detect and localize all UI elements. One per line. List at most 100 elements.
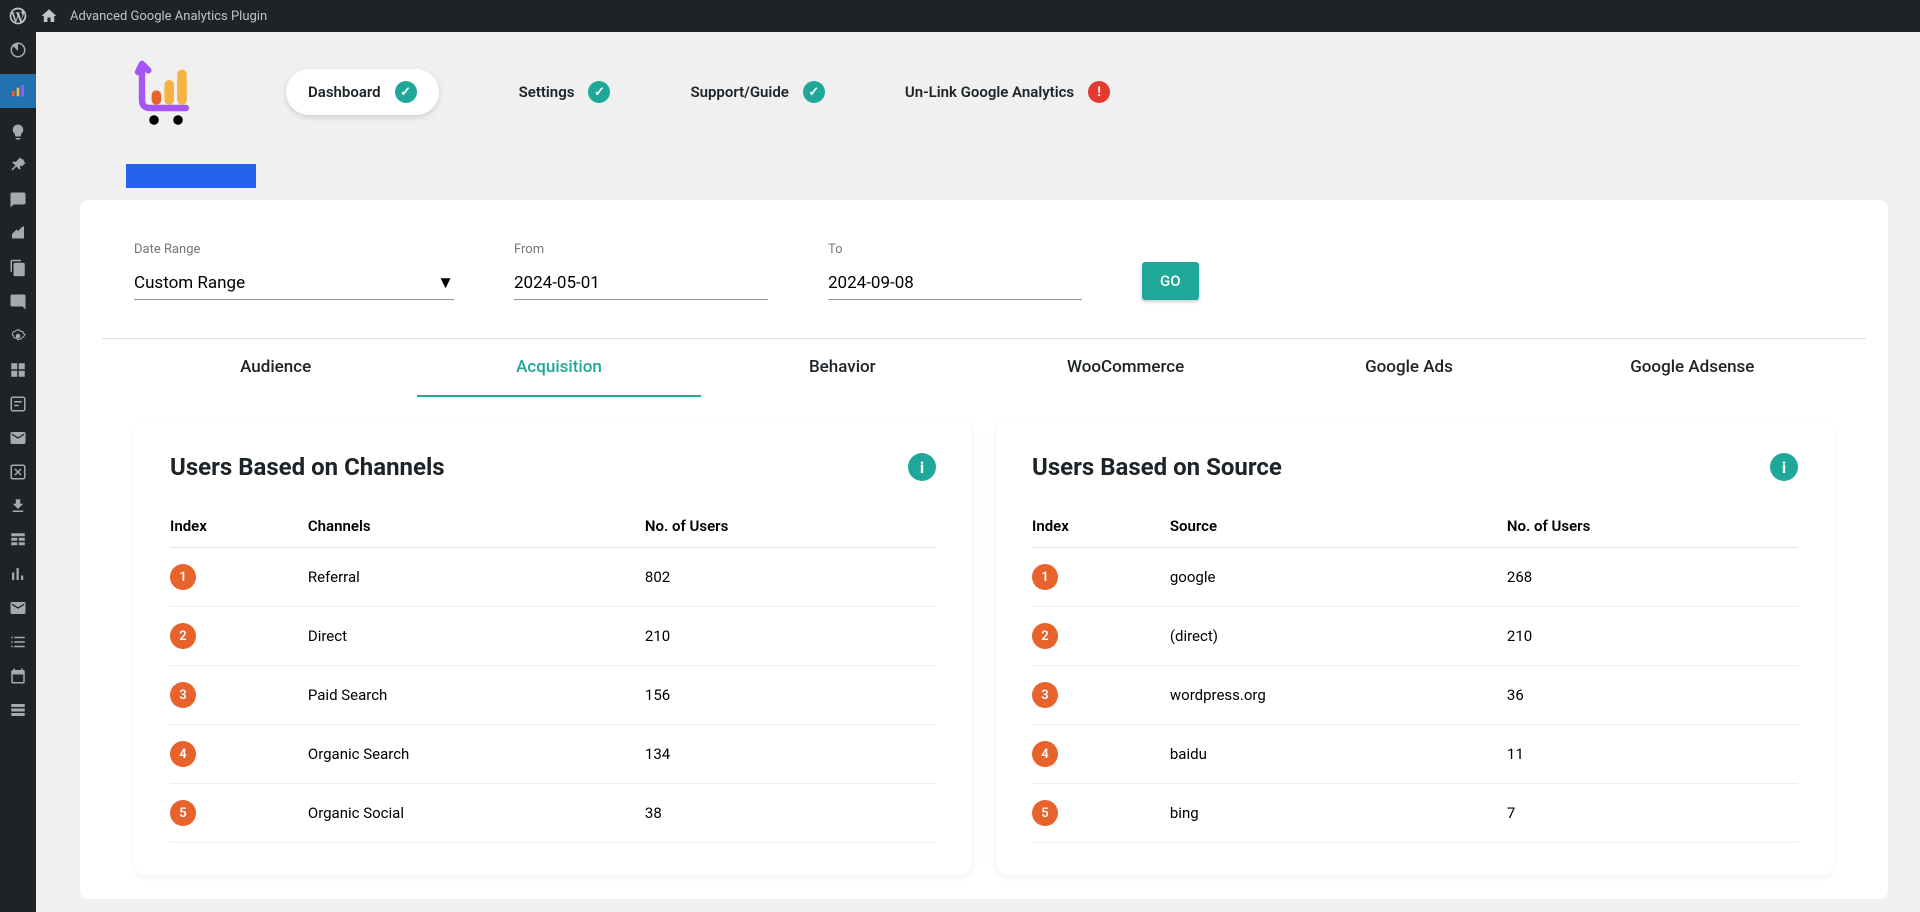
nav-settings[interactable]: Settings ✓ bbox=[519, 81, 611, 103]
media-icon[interactable] bbox=[8, 224, 28, 244]
row-name: Organic Social bbox=[308, 784, 645, 843]
row-name: Organic Search bbox=[308, 725, 645, 784]
col-users: No. of Users bbox=[1507, 505, 1798, 548]
check-icon: ✓ bbox=[395, 81, 417, 103]
nav-unlink-label: Un-Link Google Analytics bbox=[905, 83, 1074, 101]
date-range-value: Custom Range bbox=[134, 273, 245, 293]
table-row: 4Organic Search134 bbox=[170, 725, 936, 784]
row-users: 802 bbox=[645, 548, 936, 607]
grid-icon[interactable] bbox=[8, 360, 28, 380]
comment-icon[interactable] bbox=[8, 292, 28, 312]
table-row: 2 Direct210 bbox=[170, 607, 936, 666]
row-name: Paid Search bbox=[308, 666, 645, 725]
settings-icon[interactable] bbox=[8, 326, 28, 346]
home-icon[interactable] bbox=[40, 7, 58, 25]
row-name: bing bbox=[1170, 784, 1507, 843]
chevron-down-icon: ▼ bbox=[437, 273, 454, 293]
index-badge: 2 bbox=[1032, 623, 1058, 649]
info-icon[interactable]: i bbox=[908, 453, 936, 481]
nav-settings-label: Settings bbox=[519, 83, 575, 101]
x-icon[interactable] bbox=[8, 462, 28, 482]
wp-admin-sidebar bbox=[0, 32, 36, 912]
calendar-icon[interactable] bbox=[8, 666, 28, 686]
plugin-logo bbox=[126, 52, 206, 132]
index-badge: 3 bbox=[1032, 682, 1058, 708]
info-icon[interactable]: i bbox=[1770, 453, 1798, 481]
report-tabs: Audience Acquisition Behavior WooCommerc… bbox=[134, 339, 1834, 397]
index-badge: 1 bbox=[1032, 564, 1058, 590]
row-users: 11 bbox=[1507, 725, 1798, 784]
mail-icon[interactable] bbox=[8, 428, 28, 448]
index-badge: 5 bbox=[170, 800, 196, 826]
table-row: 5bing7 bbox=[1032, 784, 1798, 843]
nav-support[interactable]: Support/Guide ✓ bbox=[690, 81, 824, 103]
to-date-input[interactable] bbox=[828, 267, 1082, 300]
admin-bar-title[interactable]: Advanced Google Analytics Plugin bbox=[70, 9, 267, 24]
pages-icon[interactable] bbox=[8, 258, 28, 278]
index-badge: 1 bbox=[170, 564, 196, 590]
col-index: Index bbox=[1032, 505, 1170, 548]
date-range-select[interactable]: Custom Range ▼ bbox=[134, 267, 454, 300]
channels-card-title: Users Based on Channels bbox=[170, 453, 445, 481]
lightbulb-icon[interactable] bbox=[8, 122, 28, 142]
tools-icon[interactable] bbox=[8, 700, 28, 720]
main-card: Date Range Custom Range ▼ From To GO Aud… bbox=[80, 200, 1888, 899]
row-users: 134 bbox=[645, 725, 936, 784]
nav-support-label: Support/Guide bbox=[690, 83, 788, 101]
check-icon: ✓ bbox=[588, 81, 610, 103]
tab-acquisition[interactable]: Acquisition bbox=[417, 339, 700, 397]
comments-icon[interactable] bbox=[8, 190, 28, 210]
source-card: Users Based on Source i Index Source No.… bbox=[996, 421, 1834, 875]
table-row: 1 Referral802 bbox=[170, 548, 936, 607]
row-users: 156 bbox=[645, 666, 936, 725]
data-cards-row: Users Based on Channels i Index Channels… bbox=[134, 421, 1834, 899]
tab-woocommerce[interactable]: WooCommerce bbox=[984, 339, 1267, 397]
nav-dashboard[interactable]: Dashboard ✓ bbox=[286, 69, 439, 115]
check-icon: ✓ bbox=[803, 81, 825, 103]
wordpress-icon[interactable] bbox=[8, 6, 28, 26]
col-channels: Channels bbox=[308, 505, 645, 548]
table-icon[interactable] bbox=[8, 530, 28, 550]
source-card-title: Users Based on Source bbox=[1032, 453, 1282, 481]
tab-google-ads[interactable]: Google Ads bbox=[1267, 339, 1550, 397]
list-icon[interactable] bbox=[8, 632, 28, 652]
alert-icon: ! bbox=[1088, 81, 1110, 103]
go-button[interactable]: GO bbox=[1142, 262, 1199, 300]
source-table: Index Source No. of Users 1google2682(di… bbox=[1032, 505, 1798, 843]
channels-card: Users Based on Channels i Index Channels… bbox=[134, 421, 972, 875]
index-badge: 5 bbox=[1032, 800, 1058, 826]
table-row: 5Organic Social38 bbox=[170, 784, 936, 843]
date-range-row: Date Range Custom Range ▼ From To GO bbox=[134, 242, 1834, 300]
table-row: 1google268 bbox=[1032, 548, 1798, 607]
row-name: Direct bbox=[308, 607, 645, 666]
index-badge: 2 bbox=[170, 623, 196, 649]
nav-unlink[interactable]: Un-Link Google Analytics ! bbox=[905, 81, 1110, 103]
tab-google-adsense[interactable]: Google Adsense bbox=[1551, 339, 1834, 397]
row-name: Referral bbox=[308, 548, 645, 607]
pin-icon[interactable] bbox=[8, 156, 28, 176]
tab-behavior[interactable]: Behavior bbox=[701, 339, 984, 397]
to-label: To bbox=[828, 242, 1082, 257]
tab-audience[interactable]: Audience bbox=[134, 339, 417, 397]
bars-icon[interactable] bbox=[8, 564, 28, 584]
table-row: 4baidu11 bbox=[1032, 725, 1798, 784]
col-source: Source bbox=[1170, 505, 1507, 548]
plugin-header-nav: Dashboard ✓ Settings ✓ Support/Guide ✓ U… bbox=[36, 32, 1920, 152]
row-name: google bbox=[1170, 548, 1507, 607]
table-row: 3Paid Search156 bbox=[170, 666, 936, 725]
wp-admin-bar: Advanced Google Analytics Plugin bbox=[0, 0, 1920, 32]
table-row: 2(direct)210 bbox=[1032, 607, 1798, 666]
analytics-plugin-icon[interactable] bbox=[0, 74, 36, 108]
download-icon[interactable] bbox=[8, 496, 28, 516]
row-users: 210 bbox=[645, 607, 936, 666]
nav-dashboard-label: Dashboard bbox=[308, 83, 381, 101]
from-date-input[interactable] bbox=[514, 267, 768, 300]
dashboard-icon[interactable] bbox=[8, 40, 28, 60]
form-icon[interactable] bbox=[8, 394, 28, 414]
table-row: 3wordpress.org36 bbox=[1032, 666, 1798, 725]
col-index: Index bbox=[170, 505, 308, 548]
channels-table: Index Channels No. of Users 1Referral802… bbox=[170, 505, 936, 843]
blue-accent-bar bbox=[126, 164, 256, 188]
row-name: wordpress.org bbox=[1170, 666, 1507, 725]
envelope-icon[interactable] bbox=[8, 598, 28, 618]
